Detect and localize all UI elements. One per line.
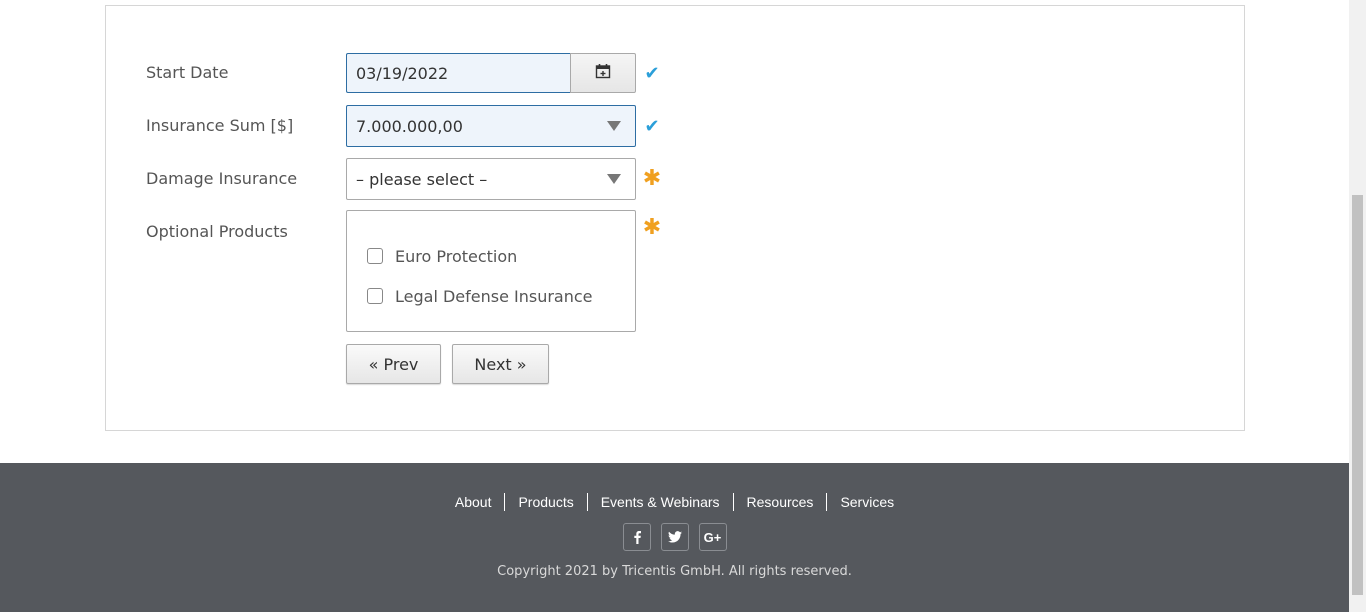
twitter-icon[interactable] xyxy=(660,523,689,551)
start-date-input[interactable]: 03/19/2022 xyxy=(346,53,570,93)
footer-link-about[interactable]: About xyxy=(442,493,505,511)
footer-link-products[interactable]: Products xyxy=(504,493,586,511)
euro-protection-label: Euro Protection xyxy=(395,246,518,266)
page-scrollbar[interactable] xyxy=(1349,0,1366,612)
insurance-sum-select[interactable]: 7.000.000,00 xyxy=(346,105,636,147)
damage-insurance-required-icon: ✱ xyxy=(642,166,662,191)
social-links: G+ xyxy=(0,523,1349,551)
euro-protection-option[interactable]: Euro Protection xyxy=(367,246,517,266)
google-plus-glyph: G+ xyxy=(703,529,722,545)
calendar-icon xyxy=(595,63,611,83)
insurance-sum-value: 7.000.000,00 xyxy=(356,117,463,136)
facebook-icon[interactable] xyxy=(622,523,651,551)
next-button[interactable]: Next » xyxy=(452,344,549,384)
footer-link-events-webinars[interactable]: Events & Webinars xyxy=(586,493,733,511)
insurance-sum-label: Insurance Sum [$] xyxy=(146,116,294,135)
page: Start Date 03/19/2022 ✔ Insurance Sum [$… xyxy=(0,0,1349,612)
scrollbar-thumb[interactable] xyxy=(1352,195,1363,595)
optional-products-required-icon: ✱ xyxy=(642,215,662,240)
legal-defense-label: Legal Defense Insurance xyxy=(395,286,593,306)
start-date-label: Start Date xyxy=(146,63,229,82)
chevron-down-icon xyxy=(607,174,621,184)
chevron-down-icon xyxy=(607,121,621,131)
form-panel: Start Date 03/19/2022 ✔ Insurance Sum [$… xyxy=(105,5,1245,431)
euro-protection-checkbox[interactable] xyxy=(367,248,383,264)
insurance-sum-valid-icon: ✔ xyxy=(644,115,660,137)
start-date-value: 03/19/2022 xyxy=(356,64,449,83)
prev-button[interactable]: « Prev xyxy=(346,344,441,384)
footer: About Products Events & Webinars Resourc… xyxy=(0,463,1349,612)
calendar-button[interactable] xyxy=(570,53,636,93)
optional-products-label: Optional Products xyxy=(146,222,288,241)
legal-defense-checkbox[interactable] xyxy=(367,288,383,304)
footer-link-resources[interactable]: Resources xyxy=(732,493,827,511)
optional-products-group: Euro Protection Legal Defense Insurance xyxy=(346,210,636,332)
legal-defense-option[interactable]: Legal Defense Insurance xyxy=(367,286,593,306)
damage-insurance-select[interactable]: – please select – xyxy=(346,158,636,200)
footer-link-services[interactable]: Services xyxy=(826,493,907,511)
footer-nav: About Products Events & Webinars Resourc… xyxy=(0,493,1349,511)
google-plus-icon[interactable]: G+ xyxy=(698,523,727,551)
damage-insurance-value: – please select – xyxy=(356,170,488,189)
start-date-valid-icon: ✔ xyxy=(644,62,660,84)
copyright-text: Copyright 2021 by Tricentis GmbH. All ri… xyxy=(497,564,852,579)
damage-insurance-label: Damage Insurance xyxy=(146,169,298,188)
